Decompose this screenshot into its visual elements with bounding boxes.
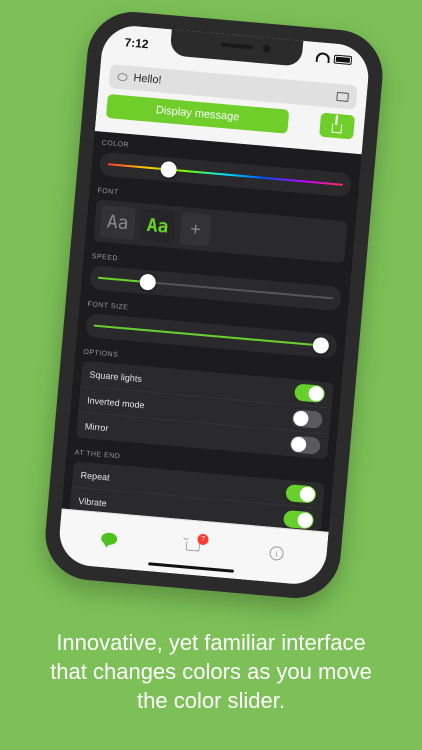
settings-panel: COLOR FONT Aa Aa + SPEED FONT SIZE OPTIO… [68,140,353,546]
option-label: Vibrate [78,495,108,508]
app-screen: 7:12 Display message COLOR FONT [56,23,372,587]
share-button[interactable] [319,112,356,140]
battery-icon [333,54,353,65]
toggle-knob [292,410,310,427]
toggle-knob [296,512,314,529]
status-icons [315,51,353,65]
add-font-button[interactable]: + [179,211,212,247]
repeat-toggle[interactable] [285,484,317,504]
square-lights-toggle[interactable] [293,383,326,403]
message-input[interactable] [132,72,338,102]
marketing-caption: Innovative, yet familiar interface that … [0,628,422,715]
home-indicator [148,562,235,573]
color-slider-track [107,163,344,186]
cart-badge: 7 [197,533,209,546]
option-label: Square lights [89,368,143,384]
caption-line-3: the color slider. [137,688,285,713]
font-size-slider-fill [93,324,321,347]
wifi-icon [315,51,331,64]
toggle-knob [299,486,316,503]
tab-messages[interactable] [88,522,130,555]
option-label: Inverted mode [86,394,146,410]
tab-info[interactable]: i [255,537,297,570]
options-group: Square lights Inverted mode Mirror [75,360,334,460]
inverted-mode-toggle[interactable] [291,409,324,429]
option-label: Mirror [84,420,109,433]
toggle-knob [308,385,325,402]
share-icon [331,123,343,133]
caption-line-1: Innovative, yet familiar interface [56,630,366,655]
font-option-1[interactable]: Aa [99,204,137,240]
phone-frame: 7:12 Display message COLOR FONT [41,8,387,602]
speed-slider-thumb[interactable] [138,273,157,291]
toggle-knob [290,436,307,453]
info-icon: i [269,545,285,561]
vibrate-toggle[interactable] [282,509,315,530]
camera [262,44,271,53]
option-label: Repeat [80,469,111,483]
speaker [220,42,253,50]
font-size-slider-thumb[interactable] [312,336,330,355]
folder-icon[interactable] [336,91,350,102]
mirror-toggle[interactable] [289,435,321,455]
chat-bubble-icon [117,72,128,82]
chat-icon [100,532,118,546]
caption-line-2: that changes colors as you move [50,659,372,684]
status-time: 7:12 [123,35,150,52]
color-slider-thumb[interactable] [159,160,178,179]
font-option-2[interactable]: Aa [139,208,177,244]
tab-store[interactable]: 7 [172,529,214,562]
